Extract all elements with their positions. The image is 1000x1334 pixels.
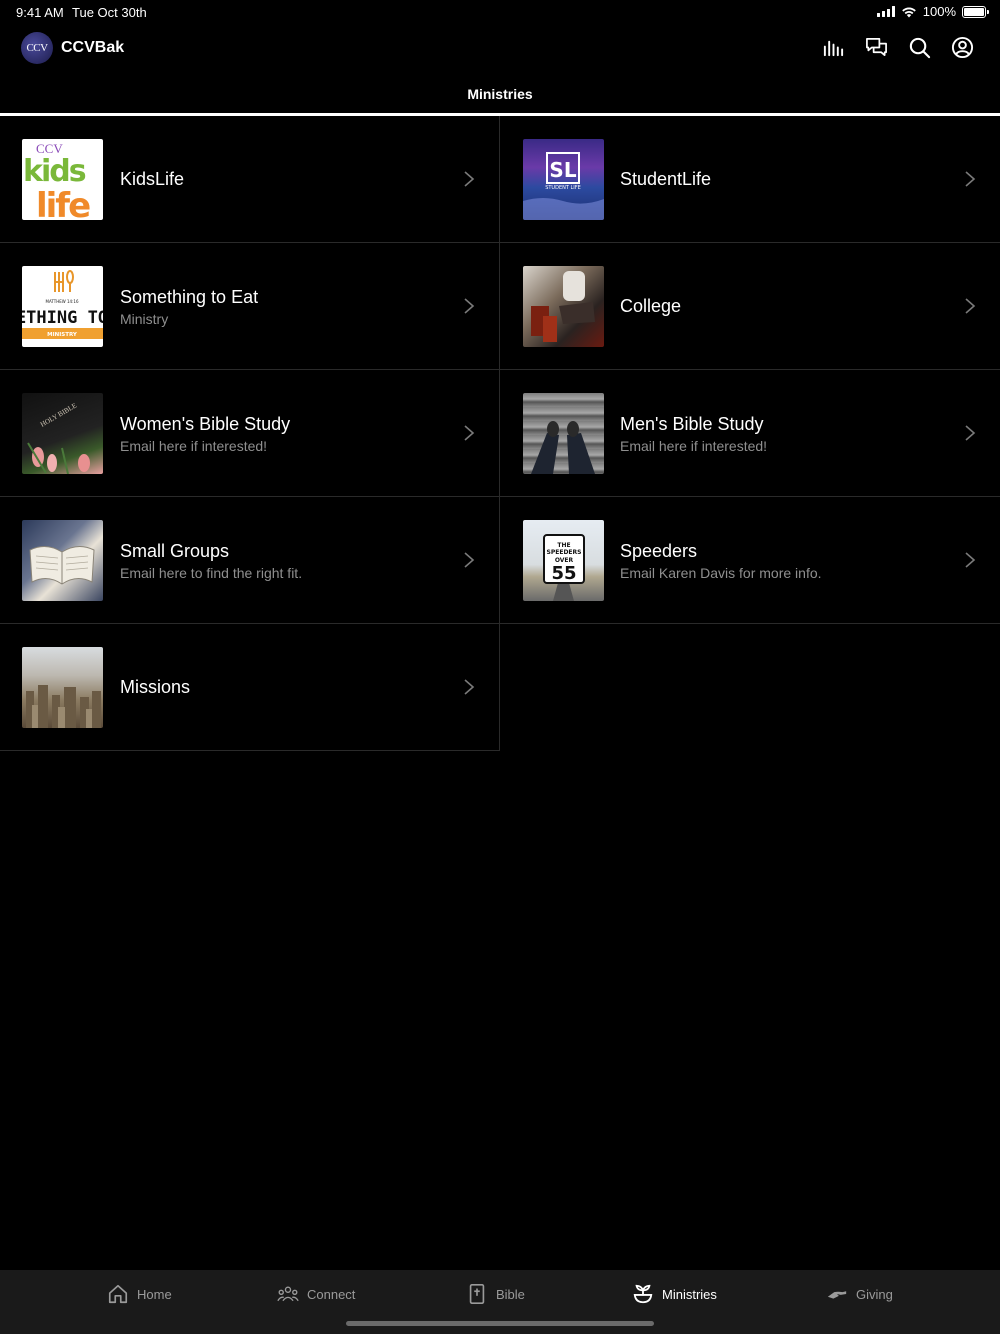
item-text: Small Groups Email here to find the righ… bbox=[120, 497, 302, 624]
item-text: Missions bbox=[120, 624, 190, 751]
missions-thumbnail bbox=[22, 647, 103, 728]
studentlife-thumbnail: SL STUDENT LIFE bbox=[523, 139, 604, 220]
item-text: StudentLife bbox=[620, 116, 711, 243]
home-indicator bbox=[346, 1321, 654, 1326]
ministry-item-college[interactable]: College bbox=[500, 243, 1000, 370]
item-title: Something to Eat bbox=[120, 286, 259, 307]
nav-tab-ministries[interactable]: Ministries bbox=[632, 1283, 717, 1305]
ministry-item-small-groups[interactable]: Small Groups Email here to find the righ… bbox=[0, 497, 500, 624]
app-header: CCV CCVBak bbox=[0, 28, 1000, 68]
kidslife-thumbnail: CCV kids life bbox=[22, 139, 103, 220]
logo-text: CCV bbox=[26, 42, 48, 54]
nav-tab-bible[interactable]: Bible bbox=[466, 1283, 525, 1305]
chevron-right-icon bbox=[464, 425, 475, 441]
item-title: KidsLife bbox=[120, 169, 185, 189]
ministry-item-something-to-eat[interactable]: MATTHEW 14:16 ETHING TO MINISTRY Somethi… bbox=[0, 243, 500, 370]
section-tabs: Ministries bbox=[0, 82, 1000, 116]
mens-bible-study-thumbnail bbox=[523, 393, 604, 474]
item-subtitle: Email here to find the right fit. bbox=[120, 564, 303, 581]
chevron-right-icon bbox=[965, 425, 976, 441]
item-title: Speeders bbox=[620, 540, 698, 561]
college-thumbnail bbox=[523, 266, 604, 347]
cellular-signal-icon bbox=[876, 6, 895, 17]
ministry-item-missions[interactable]: Missions bbox=[0, 624, 500, 751]
search-icon[interactable] bbox=[908, 36, 931, 59]
eat-thumb-main: ETHING TO bbox=[22, 308, 103, 328]
ministries-grid: CCV kids life KidsLife SL STUDENT LIFE S… bbox=[0, 116, 1000, 751]
chevron-right-icon bbox=[965, 298, 976, 314]
empty-grid-cell bbox=[500, 624, 1000, 751]
nav-tab-home[interactable]: Home bbox=[107, 1283, 172, 1305]
nav-tab-giving[interactable]: Giving bbox=[826, 1283, 893, 1305]
womens-thumb-text: HOLY BIBLE bbox=[39, 402, 78, 429]
people-group-icon bbox=[277, 1286, 299, 1302]
ministries-sprout-icon bbox=[633, 1284, 653, 1304]
nav-label-home: Home bbox=[137, 1286, 172, 1302]
ministry-item-speeders[interactable]: THE SPEEDERS OVER 55 Speeders Email Kare… bbox=[500, 497, 1000, 624]
item-text: Speeders Email Karen Davis for more info… bbox=[620, 497, 822, 624]
kidslife-thumb-life: life bbox=[36, 186, 90, 220]
ministry-item-kidslife[interactable]: CCV kids life KidsLife bbox=[0, 116, 500, 243]
status-bar: 9:41 AM Tue Oct 30th 100% bbox=[0, 0, 1000, 24]
chevron-right-icon bbox=[464, 298, 475, 314]
chevron-right-icon bbox=[965, 171, 976, 187]
nav-tab-connect[interactable]: Connect bbox=[277, 1283, 355, 1305]
item-text: Men's Bible Study Email here if interest… bbox=[620, 370, 767, 497]
status-date: Tue Oct 30th bbox=[72, 5, 147, 20]
eat-thumb-band: MINISTRY bbox=[47, 332, 78, 338]
ministry-item-mens-bible-study[interactable]: Men's Bible Study Email here if interest… bbox=[500, 370, 1000, 497]
tab-ministries[interactable]: Ministries bbox=[0, 86, 1000, 102]
nav-label-connect: Connect bbox=[307, 1286, 356, 1302]
small-groups-thumbnail bbox=[22, 520, 103, 601]
item-title: StudentLife bbox=[620, 169, 712, 189]
header-actions bbox=[822, 36, 974, 59]
battery-icon bbox=[962, 5, 989, 18]
kidslife-thumb-kids: kids bbox=[23, 154, 86, 189]
status-time: 9:41 AM bbox=[16, 5, 64, 20]
speeders-thumb-number: 55 bbox=[551, 563, 576, 584]
account-icon[interactable] bbox=[951, 36, 974, 59]
item-text: Women's Bible Study Email here if intere… bbox=[120, 370, 290, 497]
item-text: Something to Eat Ministry bbox=[120, 243, 258, 370]
womens-bible-study-thumbnail: HOLY BIBLE bbox=[22, 393, 103, 474]
bottom-tab-bar: Home Connect Bible Ministries Giving bbox=[0, 1270, 1000, 1334]
chat-bubbles-icon[interactable] bbox=[865, 36, 888, 59]
item-title: Women's Bible Study bbox=[120, 413, 291, 434]
ministry-item-womens-bible-study[interactable]: HOLY BIBLE Women's Bible Study Email her… bbox=[0, 370, 500, 497]
item-title: Missions bbox=[120, 677, 191, 697]
app-logo[interactable]: CCV bbox=[21, 32, 53, 64]
item-text: KidsLife bbox=[120, 116, 184, 243]
chevron-right-icon bbox=[464, 171, 475, 187]
studentlife-thumb-sub: STUDENT LIFE bbox=[545, 185, 581, 191]
chevron-right-icon bbox=[965, 552, 976, 568]
status-indicators: 100% bbox=[876, 4, 989, 19]
ministry-item-studentlife[interactable]: SL STUDENT LIFE StudentLife bbox=[500, 116, 1000, 243]
speeders-thumb-the: THE bbox=[557, 542, 570, 549]
speeders-thumbnail: THE SPEEDERS OVER 55 bbox=[523, 520, 604, 601]
item-subtitle: Ministry bbox=[120, 310, 169, 327]
chevron-right-icon bbox=[464, 552, 475, 568]
bible-icon bbox=[469, 1284, 485, 1304]
item-subtitle: Email here if interested! bbox=[620, 437, 768, 454]
wifi-icon bbox=[901, 7, 916, 17]
item-title: College bbox=[620, 296, 682, 316]
home-icon bbox=[108, 1284, 128, 1304]
speeders-thumb-word: SPEEDERS bbox=[547, 549, 582, 556]
eat-thumb-verse: MATTHEW 14:16 bbox=[46, 299, 79, 304]
giving-hand-icon bbox=[827, 1291, 847, 1299]
audio-bars-icon[interactable] bbox=[822, 36, 845, 59]
studentlife-thumb-sl: SL bbox=[549, 158, 576, 182]
app-title: CCVBak bbox=[61, 39, 125, 56]
chevron-right-icon bbox=[464, 679, 475, 695]
item-title: Men's Bible Study bbox=[620, 413, 764, 434]
item-subtitle: Email here if interested! bbox=[120, 437, 268, 454]
nav-label-giving: Giving bbox=[856, 1286, 893, 1302]
something-to-eat-thumbnail: MATTHEW 14:16 ETHING TO MINISTRY bbox=[22, 266, 103, 347]
nav-label-bible: Bible bbox=[496, 1286, 525, 1302]
battery-percent: 100% bbox=[922, 4, 956, 19]
item-subtitle: Email Karen Davis for more info. bbox=[620, 564, 822, 581]
item-text: College bbox=[620, 243, 681, 370]
item-title: Small Groups bbox=[120, 540, 230, 561]
nav-label-ministries: Ministries bbox=[662, 1286, 717, 1302]
